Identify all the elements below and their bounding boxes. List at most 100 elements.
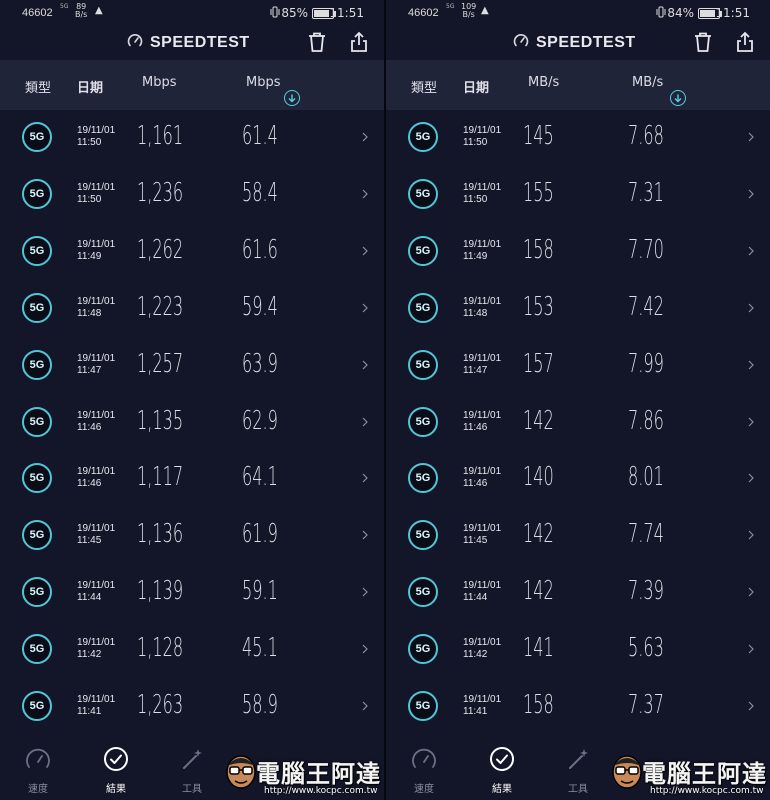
result-row[interactable]: 5G 19/11/01 11:48 1,223 59.4: [0, 281, 384, 338]
download-speed-value: 153: [523, 291, 554, 322]
result-row[interactable]: 5G 19/11/01 11:49 158 7.70: [386, 224, 770, 281]
result-row[interactable]: 5G 19/11/01 11:45 142 7.74: [386, 508, 770, 565]
carrier-label: 46602: [408, 7, 439, 19]
result-date: 19/11/01: [77, 409, 116, 421]
result-time: 11:46: [77, 478, 102, 490]
result-datetime: 19/11/01 11:44: [463, 580, 501, 604]
column-header-download[interactable]: Mbps: [142, 75, 300, 106]
download-speed-value: 1,262: [137, 234, 184, 265]
result-datetime: 19/11/01 11:44: [77, 580, 115, 604]
result-row[interactable]: 5G 19/11/01 11:44 1,139 59.1: [0, 565, 384, 622]
result-date: 19/11/01: [77, 694, 116, 705]
result-row[interactable]: 5G 19/11/01 11:42 1,128 45.1: [0, 622, 384, 679]
result-date: 19/11/01: [77, 352, 116, 364]
result-row[interactable]: 5G 19/11/01 11:46 140 8.01: [386, 451, 770, 508]
tab-speed-label: 速度: [414, 784, 434, 795]
result-date: 19/11/01: [463, 352, 502, 364]
chevron-right-icon: [361, 583, 369, 597]
tab-tools[interactable]: 工具: [167, 746, 217, 795]
column-header-type[interactable]: 類型: [25, 77, 51, 96]
result-row[interactable]: 5G 19/11/01 11:48 153 7.42: [386, 281, 770, 338]
chevron-right-icon: [361, 413, 369, 426]
upload-speed-value: 7.31: [628, 177, 664, 208]
result-datetime: 19/11/01 11:49: [77, 239, 115, 263]
result-row[interactable]: 5G 19/11/01 11:46 1,135 62.9: [0, 395, 384, 452]
tab-speed[interactable]: 速度: [13, 746, 63, 795]
result-date: 19/11/01: [77, 637, 116, 649]
column-header-upload[interactable]: MB/s: [632, 75, 663, 90]
result-row[interactable]: 5G 19/11/01 11:44 142 7.39: [386, 565, 770, 622]
status-bar: 46602 5G 109 B/s ▲ 84% 11:51: [386, 0, 770, 26]
connection-type-badge: 5G: [22, 122, 52, 152]
tab-results-label: 結果: [106, 784, 126, 795]
result-row[interactable]: 5G 19/11/01 11:46 1,117 64.1: [0, 451, 384, 508]
result-datetime: 19/11/01 11:45: [463, 523, 501, 547]
result-time: 11:50: [77, 137, 102, 148]
column-header-upload[interactable]: Mbps: [246, 75, 281, 90]
result-row[interactable]: 5G 19/11/01 11:50 1,161 61.4: [0, 110, 384, 167]
result-row[interactable]: 5G 19/11/01 11:49 1,262 61.6: [0, 224, 384, 281]
result-row[interactable]: 5G 19/11/01 11:50 145 7.68: [386, 110, 770, 167]
result-row[interactable]: 5G 19/11/01 11:50 1,236 58.4: [0, 167, 384, 224]
result-row[interactable]: 5G 19/11/01 11:50 155 7.31: [386, 167, 770, 224]
share-icon[interactable]: [348, 30, 370, 54]
result-row[interactable]: 5G 19/11/01 11:41 1,263 58.9: [0, 679, 384, 736]
status-bar: 46602 5G 89 B/s ▲ 85% 11:51: [0, 0, 384, 26]
result-row[interactable]: 5G 19/11/01 11:47 157 7.99: [386, 338, 770, 395]
upload-speed-value: 59.4: [242, 291, 278, 322]
result-time: 11:44: [77, 592, 102, 604]
result-row[interactable]: 5G 19/11/01 11:42 141 5.63: [386, 622, 770, 679]
result-time: 11:50: [463, 193, 488, 205]
result-datetime: 19/11/01 11:47: [77, 353, 115, 377]
result-datetime: 19/11/01 11:50: [463, 182, 501, 206]
share-icon[interactable]: [734, 30, 756, 54]
result-datetime: 19/11/01 11:47: [463, 353, 501, 377]
result-row[interactable]: 5G 19/11/01 11:46 142 7.86: [386, 395, 770, 452]
upload-speed-value: 7.86: [628, 405, 664, 436]
mbs-screen: 46602 5G 109 B/s ▲ 84% 11:51 SPEEDTEST 類型 日期 MB/s M…: [386, 0, 770, 800]
result-datetime: 19/11/01 11:46: [463, 466, 501, 490]
chevron-right-icon: [747, 697, 755, 711]
column-header-date[interactable]: 日期: [77, 77, 103, 96]
column-header-date[interactable]: 日期: [463, 77, 489, 96]
chevron-right-icon: [747, 185, 755, 199]
result-row[interactable]: 5G 19/11/01 11:47 1,257 63.9: [0, 338, 384, 395]
trash-icon[interactable]: [306, 30, 328, 54]
connection-type-badge: 5G: [22, 292, 52, 323]
chevron-right-icon: [747, 583, 755, 597]
results-table-header: 類型 日期 Mbps Mbps: [0, 60, 384, 110]
drive-sync-icon: ▲: [481, 5, 489, 16]
result-datetime: 19/11/01 11:49: [463, 239, 501, 263]
result-row[interactable]: 5G 19/11/01 11:41 158 7.37: [386, 679, 770, 736]
magic-wand-icon: [565, 746, 591, 776]
result-time: 11:46: [463, 421, 488, 433]
clock: 11:51: [329, 6, 364, 20]
tab-results[interactable]: 結果: [91, 746, 141, 795]
connection-type-badge: 5G: [408, 178, 438, 209]
connection-type-badge: 5G: [408, 349, 438, 380]
column-header-type[interactable]: 類型: [411, 77, 437, 96]
result-date: 19/11/01: [463, 694, 502, 705]
column-header-download[interactable]: MB/s: [528, 75, 686, 106]
result-time: 11:41: [463, 706, 488, 717]
tab-results[interactable]: 結果: [477, 746, 527, 795]
chevron-right-icon: [361, 469, 369, 483]
tab-tools[interactable]: 工具: [553, 746, 603, 795]
result-time: 11:46: [77, 421, 102, 433]
trash-icon[interactable]: [692, 30, 714, 54]
checkmark-circle-icon: [103, 746, 129, 776]
connection-type-badge: 5G: [408, 463, 438, 494]
speedometer-icon: [24, 746, 52, 776]
upload-speed-value: 58.9: [242, 690, 278, 720]
result-row[interactable]: 5G 19/11/01 11:45 1,136 61.9: [0, 508, 384, 565]
download-speed-value: 142: [523, 519, 554, 550]
mascot-face-icon: [224, 750, 258, 790]
network-speed-unit: B/s: [75, 10, 88, 19]
result-datetime: 19/11/01 11:48: [463, 296, 501, 320]
upload-unit-label: Mbps: [246, 75, 281, 90]
watermark-title: 電腦王阿達: [256, 759, 381, 788]
magic-wand-icon: [179, 746, 205, 776]
connection-type-badge: 5G: [408, 634, 438, 665]
download-speed-value: 140: [523, 462, 554, 493]
tab-speed[interactable]: 速度: [399, 746, 449, 795]
